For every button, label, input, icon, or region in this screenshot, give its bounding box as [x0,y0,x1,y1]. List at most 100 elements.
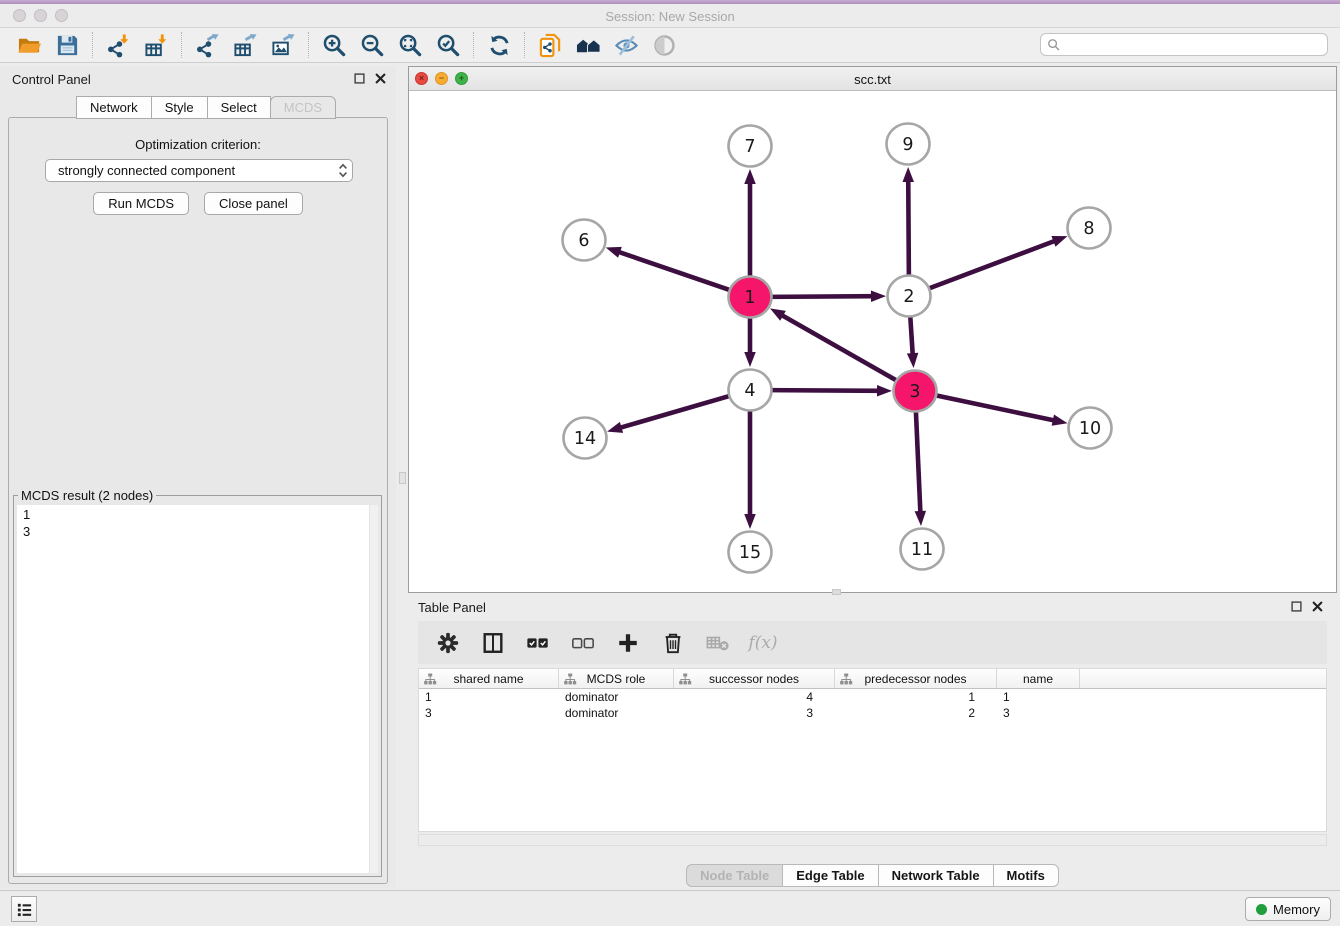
column-header-predecessor-nodes[interactable]: predecessor nodes [835,669,997,688]
tab-motifs[interactable]: Motifs [993,864,1059,887]
table-horizontal-scrollbar[interactable] [418,834,1327,846]
zoom-out-icon[interactable] [353,30,391,60]
column-header-name[interactable]: name [997,669,1080,688]
table-cell[interactable]: 3 [419,706,559,720]
close-table-panel-icon[interactable] [1312,601,1323,612]
result-scrollbar[interactable] [369,505,378,873]
table-cell[interactable]: dominator [559,690,674,704]
search-field[interactable] [1040,33,1328,56]
toolbar-separator [473,32,474,58]
export-network-icon[interactable] [188,30,226,60]
edge-3-10[interactable] [934,395,1056,421]
import-table-icon[interactable] [137,30,175,60]
table-row[interactable]: 3dominator323 [419,705,1326,721]
edge-2-8[interactable] [927,240,1056,289]
tab-network-table[interactable]: Network Table [878,864,994,887]
tab-edge-table[interactable]: Edge Table [782,864,878,887]
graph-node-11[interactable]: 11 [901,529,944,570]
deselect-all-columns-icon[interactable] [569,629,597,657]
edge-arrow-2-9 [903,167,914,182]
gear-icon[interactable] [434,629,462,657]
split-columns-icon[interactable] [479,629,507,657]
graph-node-8[interactable]: 8 [1068,208,1111,249]
delete-table-icon [704,629,732,657]
edge-4-3[interactable] [769,390,880,391]
close-panel-icon[interactable] [375,73,386,84]
graph-node-15[interactable]: 15 [729,532,772,573]
show-networks-icon[interactable] [569,30,607,60]
column-header-shared-name[interactable]: shared name [419,669,559,688]
close-panel-button[interactable]: Close panel [204,192,303,215]
save-session-icon[interactable] [48,30,86,60]
graph-node-1[interactable]: 1 [729,277,772,318]
table-cell[interactable]: 4 [674,690,835,704]
memory-button[interactable]: Memory [1245,897,1331,921]
edge-1-2[interactable] [769,296,874,297]
edge-2-3[interactable] [910,315,913,356]
mcds-result-list[interactable]: 13 [17,505,378,873]
column-header-mcds-role[interactable]: MCDS role [559,669,674,688]
network-window-title: scc.txt [409,72,1336,87]
export-image-icon[interactable] [264,30,302,60]
tab-network[interactable]: Network [76,96,152,119]
table-cell[interactable]: 1 [419,690,559,704]
run-mcds-button[interactable]: Run MCDS [93,192,189,215]
graph-node-3[interactable]: 3 [894,371,937,412]
table-cell[interactable]: 1 [997,690,1080,704]
edge-1-6[interactable] [617,251,732,290]
search-input[interactable] [1061,36,1327,54]
zoom-selected-icon[interactable] [429,30,467,60]
optimization-criterion-select[interactable]: strongly connected component [45,159,353,182]
network-window-titlebar[interactable]: × − + scc.txt [409,67,1336,91]
table-cell[interactable]: 1 [835,690,997,704]
selected-option: strongly connected component [58,163,338,178]
edge-4-14[interactable] [619,395,732,428]
graph-node-6[interactable]: 6 [563,220,606,261]
table-cell[interactable]: 2 [835,706,997,720]
export-table-icon[interactable] [226,30,264,60]
graph-node-14[interactable]: 14 [564,418,607,459]
clone-network-icon[interactable] [531,30,569,60]
graph-node-4[interactable]: 4 [729,370,772,411]
toolbar-separator [308,32,309,58]
zoom-in-icon[interactable] [315,30,353,60]
vertical-splitter-handle[interactable] [399,472,406,484]
eye-disabled-icon [645,30,683,60]
float-table-panel-icon[interactable] [1291,601,1302,612]
select-all-columns-icon[interactable] [524,629,552,657]
open-session-icon[interactable] [10,30,48,60]
node-label: 10 [1079,419,1101,439]
tab-style[interactable]: Style [151,96,208,119]
tab-mcds[interactable]: MCDS [270,96,336,119]
optimization-criterion-label: Optimization criterion: [9,137,387,152]
graph-node-9[interactable]: 9 [887,124,930,165]
import-network-icon[interactable] [99,30,137,60]
table-cell[interactable]: dominator [559,706,674,720]
task-history-button[interactable] [11,896,37,922]
table-cell[interactable]: 3 [674,706,835,720]
delete-column-icon[interactable] [659,629,687,657]
hide-panel-icon[interactable] [607,30,645,60]
table-cell[interactable]: 3 [997,706,1080,720]
edge-2-9[interactable] [908,179,909,277]
graph-node-7[interactable]: 7 [729,126,772,167]
column-header-successor-nodes[interactable]: successor nodes [674,669,835,688]
table-row[interactable]: 1dominator411 [419,689,1326,705]
node-label: 2 [903,287,914,307]
column-type-icon [679,673,692,688]
float-panel-icon[interactable] [354,73,365,84]
edge-arrow-1-4 [744,352,756,367]
zoom-fit-icon[interactable] [391,30,429,60]
node-label: 14 [574,429,596,449]
node-label: 3 [909,382,920,402]
edge-3-11[interactable] [916,410,921,514]
tab-select[interactable]: Select [207,96,271,119]
add-column-icon[interactable] [614,629,642,657]
refresh-icon[interactable] [480,30,518,60]
edge-arrow-1-2 [871,290,886,301]
network-canvas[interactable]: 7 9 6 8 1 2 4 3 14 10 15 11 [409,91,1336,592]
graph-node-2[interactable]: 2 [888,276,931,317]
tab-node-table[interactable]: Node Table [686,864,783,887]
graph-node-10[interactable]: 10 [1069,408,1112,449]
edge-3-1[interactable] [780,314,898,381]
